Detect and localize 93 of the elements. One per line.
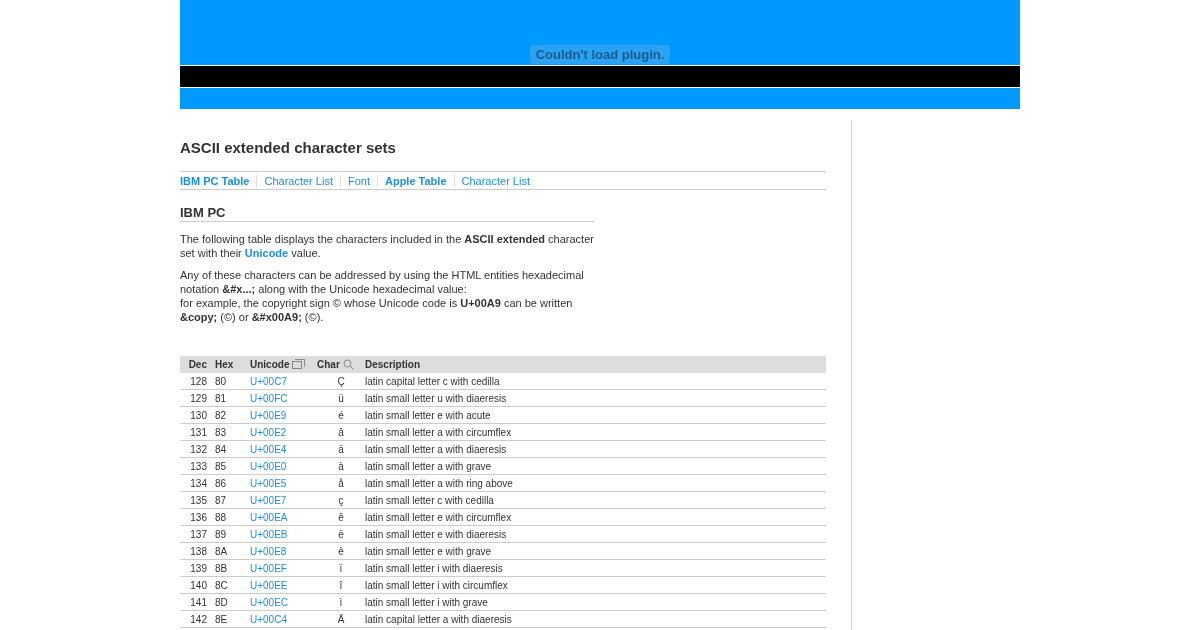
hex-cell: 8C	[215, 579, 228, 591]
char-cell: ë	[338, 528, 344, 540]
hex-cell: 8B	[215, 562, 228, 574]
hex-cell: 83	[215, 426, 227, 438]
unicode-link[interactable]: U+00E4	[250, 443, 287, 455]
char-cell: ä	[338, 443, 344, 455]
dec-cell: 133	[190, 460, 207, 472]
description-cell: latin capital letter a with diaeresis	[365, 613, 512, 625]
nav-link[interactable]: Character List	[256, 175, 333, 187]
description-cell: latin small letter a with diaeresis	[365, 443, 507, 455]
intro-paragraph: The following table displays the characters included in the ASCII extended character set with their Unicode value.	[180, 232, 595, 260]
hex-cell: 84	[215, 443, 227, 455]
unicode-link[interactable]: U+00C4	[250, 613, 287, 625]
dec-cell: 132	[190, 443, 207, 455]
char-cell: î	[339, 579, 343, 591]
nav-link[interactable]: Character List	[453, 175, 530, 187]
description-cell: latin small letter a with circumflex	[365, 426, 512, 438]
search-icon[interactable]	[342, 359, 354, 371]
hex-cell: 85	[215, 460, 227, 472]
char-cell: ì	[339, 596, 343, 608]
nav-link[interactable]: Apple Table	[377, 175, 447, 187]
hex-cell: 8D	[215, 596, 228, 608]
char-cell: ê	[338, 511, 344, 523]
hex-cell: 89	[215, 528, 227, 540]
column-header: Unicode	[250, 356, 317, 373]
dec-cell: 129	[190, 392, 207, 404]
char-cell: ç	[338, 494, 344, 506]
plugin-error-message: Couldn't load plugin.	[529, 45, 671, 64]
unicode-link[interactable]: U+00E2	[250, 426, 287, 438]
char-cell: å	[338, 477, 344, 489]
char-cell: ï	[339, 562, 343, 574]
unicode-link[interactable]: U+00E0	[250, 460, 287, 472]
dec-cell: 141	[190, 596, 207, 608]
hex-cell: 80	[215, 375, 227, 387]
description-cell: latin small letter e with grave	[365, 545, 492, 557]
char-cell: è	[338, 545, 344, 557]
hex-cell: 8A	[215, 545, 228, 557]
dec-cell: 135	[190, 494, 207, 506]
unicode-link[interactable]: U+00FC	[250, 392, 288, 404]
char-cell: é	[338, 409, 344, 421]
unicode-link[interactable]: U+00EA	[250, 511, 288, 523]
hex-cell: 86	[215, 477, 227, 489]
char-cell: à	[338, 460, 344, 472]
char-cell: Ç	[337, 375, 345, 387]
unicode-link[interactable]: U+00EE	[250, 579, 288, 591]
section-heading: IBM PC	[180, 205, 594, 222]
hex-cell: 81	[215, 392, 227, 404]
description-cell: latin small letter e with circumflex	[365, 511, 512, 523]
nav-link[interactable]: Font	[339, 175, 370, 187]
hex-cell: 88	[215, 511, 227, 523]
unicode-link[interactable]: U+00EF	[250, 562, 287, 574]
dec-cell: 139	[190, 562, 207, 574]
dec-cell: 137	[190, 528, 207, 540]
description-cell: latin small letter a with ring above	[365, 477, 513, 489]
char-cell: â	[338, 426, 344, 438]
description-cell: latin small letter u with diaeresis	[365, 392, 507, 404]
column-header: Hex	[207, 356, 250, 373]
dec-cell: 136	[190, 511, 207, 523]
dec-cell: 131	[190, 426, 207, 438]
description-cell: latin small letter i with grave	[365, 596, 488, 608]
description-cell: latin small letter i with diaeresis	[365, 562, 503, 574]
column-header: Char	[317, 356, 365, 373]
column-header: Dec	[180, 356, 207, 373]
unicode-link[interactable]: U+00EB	[250, 528, 288, 540]
dec-cell: 142	[190, 613, 207, 625]
page-title: ASCII extended character sets	[180, 139, 397, 156]
char-cell: ü	[338, 392, 344, 404]
dec-cell: 134	[190, 477, 207, 489]
char-cell: Ä	[337, 613, 345, 625]
description-cell: latin small letter e with acute	[365, 409, 491, 421]
dec-cell: 130	[190, 409, 207, 421]
unicode-link[interactable]: U+00E7	[250, 494, 287, 506]
notation-paragraph: Any of these characters can be addressed by using the HTML entities hexadecimal notation &#x...; along with the Unicode hexadecimal value: for example, the copyright sign © whose Unicode code is U+00A9 can be written &copy; (©) or &#x00A9; (©).	[180, 268, 585, 324]
unicode-link[interactable]: U+00E5	[250, 477, 287, 489]
description-cell: latin small letter a with grave	[365, 460, 492, 472]
description-cell: latin capital letter c with cedilla	[365, 375, 500, 387]
description-cell: latin small letter e with diaeresis	[365, 528, 507, 540]
dec-cell: 128	[190, 375, 207, 387]
new-window-icon[interactable]	[292, 359, 306, 371]
nav-link[interactable]: IBM PC Table	[180, 175, 250, 187]
hex-cell: 87	[215, 494, 227, 506]
description-cell: latin small letter c with cedilla	[365, 494, 494, 506]
hex-cell: 8E	[215, 613, 228, 625]
dec-cell: 138	[190, 545, 207, 557]
unicode-link[interactable]: U+00E9	[250, 409, 287, 421]
unicode-link[interactable]: Unicode	[244, 247, 289, 259]
description-cell: latin small letter i with circumflex	[365, 579, 508, 591]
hex-cell: 82	[215, 409, 227, 421]
unicode-link[interactable]: U+00C7	[250, 375, 287, 387]
unicode-link[interactable]: U+00EC	[250, 596, 289, 608]
column-header: Description	[365, 356, 826, 373]
dec-cell: 140	[190, 579, 207, 591]
unicode-link[interactable]: U+00E8	[250, 545, 287, 557]
